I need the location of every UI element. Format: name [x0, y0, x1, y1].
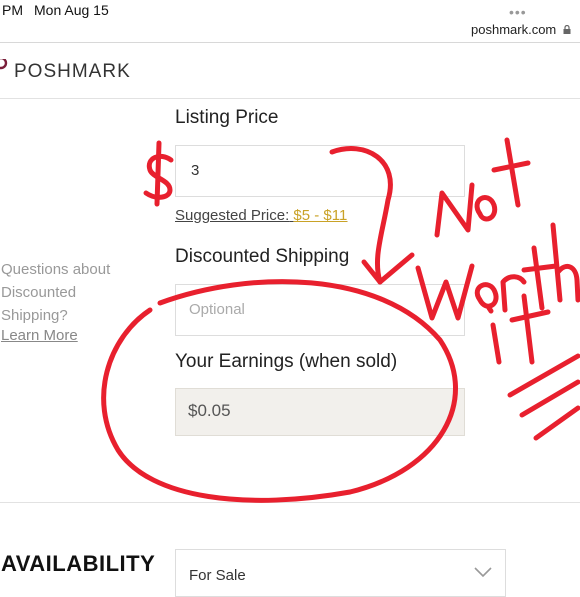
discounted-shipping-label: Discounted Shipping	[175, 246, 350, 267]
status-date: Mon Aug 15	[34, 2, 109, 18]
annotation-underline	[519, 379, 580, 418]
section-divider	[0, 502, 580, 503]
suggested-price-link[interactable]: Suggested Price: $5 - $11	[175, 207, 347, 224]
annotation-letter-r	[500, 274, 527, 313]
listing-price-label: Listing Price	[175, 107, 279, 128]
annotation-letter-t3-cross	[509, 309, 551, 323]
listing-price-value[interactable]: 3	[191, 162, 199, 179]
your-earnings-label: Your Earnings (when sold)	[175, 351, 398, 372]
annotation-underline	[533, 405, 580, 441]
more-dots-icon[interactable]: •••	[509, 4, 527, 20]
shipping-help-text: Questions about Discounted Shipping?	[1, 258, 141, 327]
header-divider	[0, 42, 580, 43]
availability-selected-value[interactable]: For Sale	[189, 567, 246, 584]
annotation-arrowhead	[361, 252, 415, 285]
discounted-shipping-placeholder[interactable]: Optional	[189, 301, 245, 318]
annotation-letter-t2-cross	[521, 263, 559, 273]
your-earnings-value: $0.05	[188, 401, 231, 420]
annotation-dollar-stroke	[154, 140, 162, 207]
annotation-letter-i	[490, 322, 502, 365]
listing-price-input[interactable]	[175, 145, 465, 197]
help-line: Questions about	[1, 261, 111, 278]
annotation-letter-h	[550, 222, 580, 303]
annotation-letter-i-dot	[486, 305, 494, 314]
suggested-price-range: $5 - $11	[293, 207, 348, 224]
annotation-letter-o2	[474, 282, 499, 309]
annotation-dollar-sign	[143, 153, 174, 200]
nav-divider	[0, 98, 580, 99]
annotation-underline	[507, 353, 580, 398]
annotation-letter-o	[474, 195, 498, 222]
lock-icon	[563, 25, 571, 34]
poshmark-logo-text[interactable]: POSHMARK	[14, 61, 131, 83]
chevron-down-icon[interactable]	[474, 566, 492, 578]
annotation-letter-t3	[521, 293, 535, 365]
help-line: Shipping?	[1, 307, 68, 324]
help-line: Discounted	[1, 284, 77, 301]
annotation-letter-t1	[504, 137, 521, 208]
annotation-letter-t1-cross	[491, 160, 531, 173]
poshmark-logo-icon[interactable]	[0, 59, 8, 77]
status-time: PM	[2, 2, 23, 18]
annotation-letter-t2	[531, 245, 545, 311]
learn-more-link[interactable]: Learn More	[1, 327, 78, 344]
availability-label: AVAILABILITY	[1, 551, 156, 576]
address-bar-url[interactable]: poshmark.com	[471, 22, 556, 37]
suggested-price-prefix: Suggested Price:	[175, 207, 290, 224]
